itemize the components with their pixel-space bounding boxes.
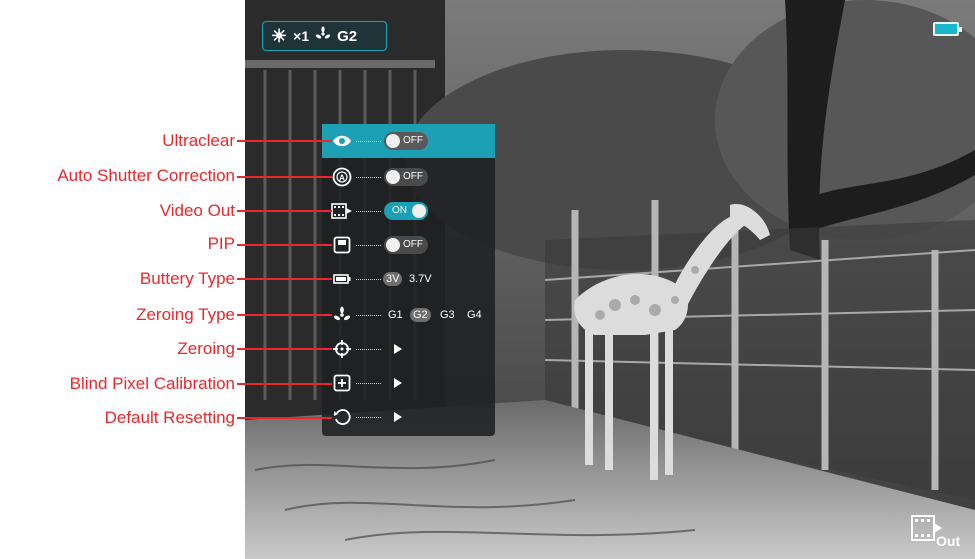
- callout-blind-pixel: Blind Pixel Calibration: [69, 374, 235, 393]
- video-out-toggle[interactable]: ON: [384, 202, 428, 220]
- callout-auto-shutter: Auto Shutter Correction: [57, 166, 235, 185]
- zeroing-option-g2[interactable]: G2: [410, 308, 431, 322]
- callout-line: [237, 176, 332, 178]
- zeroing-option-g3[interactable]: G3: [440, 309, 455, 321]
- callout-labels: Ultraclear Auto Shutter Correction Video…: [0, 0, 245, 559]
- callout-line: [237, 278, 332, 280]
- menu-item-zeroing-type[interactable]: G1 G2 G3 G4: [322, 298, 495, 332]
- dotted-leader: [356, 245, 381, 246]
- dotted-leader: [356, 417, 381, 418]
- menu-item-ultraclear[interactable]: OFF: [322, 124, 495, 158]
- callout-line: [237, 314, 332, 316]
- callout-line: [237, 417, 332, 419]
- menu-item-battery-type[interactable]: 3V 3.7V: [322, 262, 495, 296]
- thermal-viewfinder: ☀ ×1 G2 OFF A OFF ON OFF 3V 3.7V G1 G2 G…: [245, 0, 975, 559]
- dotted-leader: [356, 383, 381, 384]
- zeroing-value: G2: [337, 27, 358, 45]
- dotted-leader: [356, 279, 381, 280]
- menu-item-auto-shutter[interactable]: A OFF: [322, 160, 495, 194]
- dotted-leader: [356, 177, 381, 178]
- callout-line: [237, 244, 332, 246]
- callout-default-reset: Default Resetting: [104, 408, 235, 427]
- chevron-right-icon: [394, 412, 402, 422]
- zeroing-option-g1[interactable]: G1: [388, 309, 403, 321]
- battery-icon: [933, 22, 962, 36]
- status-bar: ☀ ×1 G2: [262, 21, 387, 51]
- auto-shutter-toggle[interactable]: OFF: [384, 168, 428, 186]
- zoom-level: ×1: [293, 28, 310, 44]
- callout-line: [237, 210, 332, 212]
- zeroing-option-g4[interactable]: G4: [467, 309, 482, 321]
- menu-item-zeroing[interactable]: [322, 332, 495, 366]
- callout-pip: PIP: [207, 234, 235, 253]
- callout-line: [237, 140, 332, 142]
- callout-zeroing-type: Zeroing Type: [136, 305, 235, 324]
- video-out-indicator: Out: [910, 513, 965, 549]
- menu-item-default-reset[interactable]: [322, 400, 495, 434]
- callout-line: [237, 383, 332, 385]
- dotted-leader: [356, 211, 381, 212]
- video-out-label: Out: [936, 533, 961, 549]
- zeroing-fan-icon: [315, 26, 331, 46]
- eye-icon: [331, 130, 353, 152]
- battery-small-icon: [331, 268, 353, 290]
- chevron-right-icon: [394, 344, 402, 354]
- settings-menu: OFF A OFF ON OFF 3V 3.7V G1 G2 G3 G4: [322, 124, 495, 436]
- battery-option-3v[interactable]: 3V: [383, 272, 403, 286]
- callout-battery-type: Buttery Type: [139, 269, 235, 288]
- pip-toggle[interactable]: OFF: [384, 236, 428, 254]
- battery-option-3-7v[interactable]: 3.7V: [409, 273, 432, 285]
- crosshair-icon: [331, 338, 353, 360]
- menu-item-pip[interactable]: OFF: [322, 228, 495, 262]
- auto-shutter-icon: A: [331, 166, 353, 188]
- zeroing-fan-icon: [331, 304, 353, 326]
- menu-item-video-out[interactable]: ON: [322, 194, 495, 228]
- blind-pixel-icon: [331, 372, 353, 394]
- dotted-leader: [356, 315, 381, 316]
- ultraclear-toggle[interactable]: OFF: [384, 132, 428, 150]
- callout-ultraclear: Ultraclear: [162, 131, 235, 150]
- callout-zeroing: Zeroing: [177, 339, 235, 358]
- svg-text:A: A: [339, 174, 345, 183]
- video-out-icon: [331, 200, 353, 222]
- pip-icon: [331, 234, 353, 256]
- chevron-right-icon: [394, 378, 402, 388]
- reset-icon: [331, 406, 353, 428]
- menu-item-blind-pixel[interactable]: [322, 366, 495, 400]
- sun-icon: ☀: [271, 26, 288, 46]
- callout-line: [237, 348, 332, 350]
- dotted-leader: [356, 141, 381, 142]
- dotted-leader: [356, 349, 381, 350]
- callout-video-out: Video Out: [159, 201, 235, 220]
